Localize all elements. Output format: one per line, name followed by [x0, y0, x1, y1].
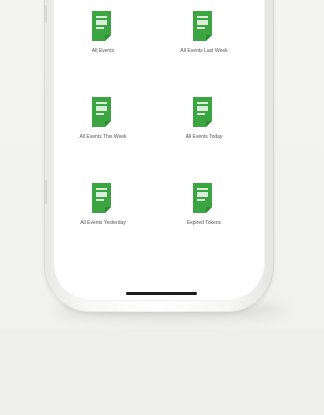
menu-item-all-events-today[interactable]: All Events Today [159, 96, 249, 140]
document-icon [193, 11, 212, 41]
document-icon [92, 11, 111, 41]
document-icon [92, 97, 111, 127]
backdrop-floor [0, 330, 324, 415]
menu-item-all-events-last-week[interactable]: All Events Last Week [159, 10, 249, 54]
menu-item-label: All Events This Week [79, 134, 127, 140]
menu-item-label: All Events Today [185, 134, 223, 140]
menu-item-label: All Events [91, 48, 115, 54]
phone-side-button [44, 180, 47, 204]
document-icon [92, 183, 111, 213]
menu-item-expired-tokens[interactable]: Expired Tokens [159, 182, 249, 226]
menu-item-all-events-this-week[interactable]: All Events This Week [58, 96, 148, 140]
home-indicator[interactable] [126, 292, 197, 295]
phone-side-button [44, 5, 47, 23]
menu-item-label: All Events Last Week [180, 48, 228, 54]
phone-screen: All Events All Events Last Week All Even… [53, 0, 265, 301]
menu-item-label: Expired Tokens [186, 220, 222, 226]
document-icon [193, 97, 212, 127]
menu-item-label: All Events Yesterday [80, 220, 126, 226]
menu-item-all-events-yesterday[interactable]: All Events Yesterday [58, 182, 148, 226]
document-icon [193, 183, 212, 213]
menu-item-all-events[interactable]: All Events [58, 10, 148, 54]
